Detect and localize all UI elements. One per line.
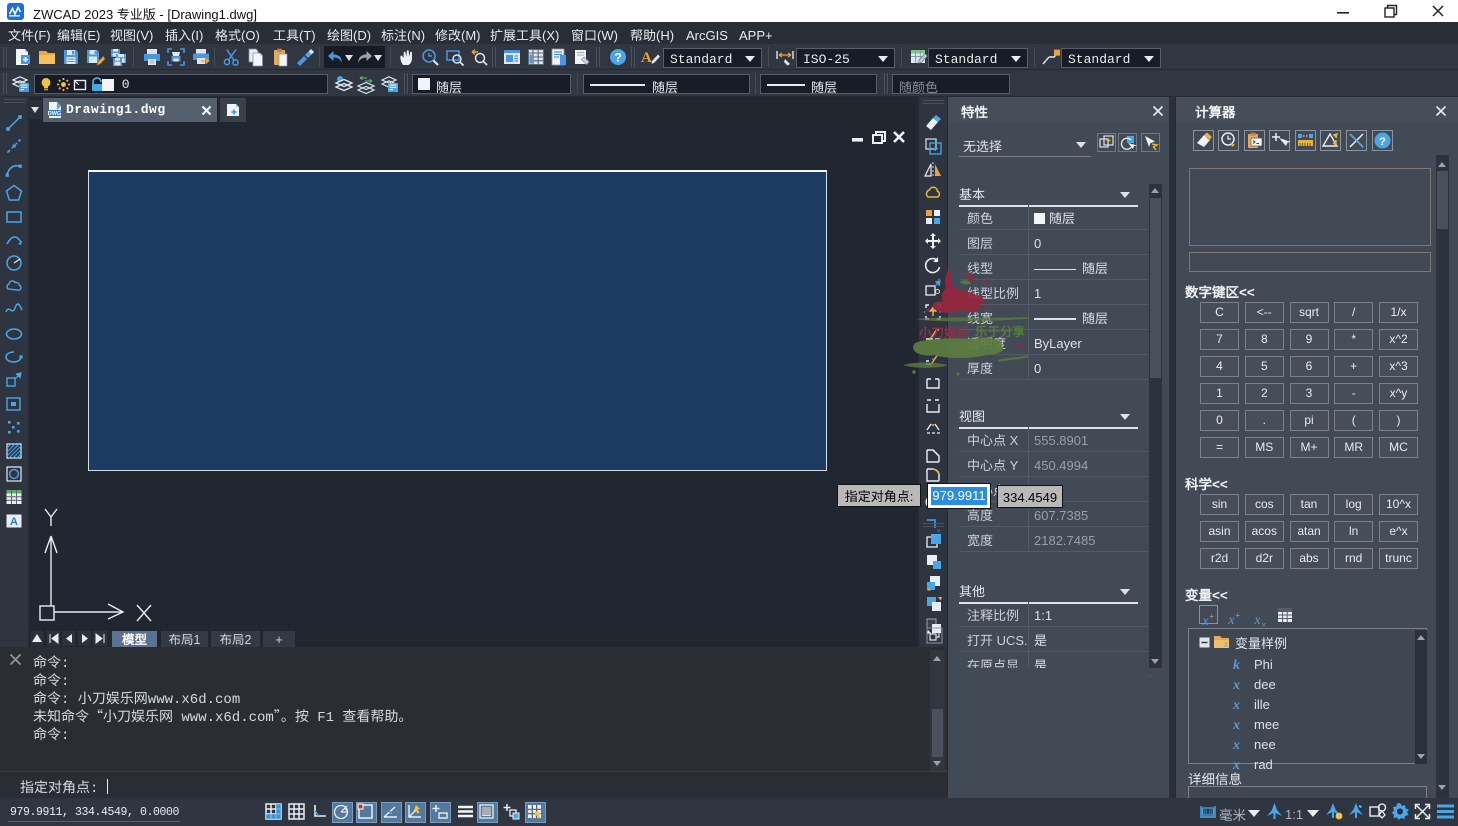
svg-text:DWG: DWG: [48, 111, 61, 117]
svg-text:x: x: [1223, 639, 1228, 649]
svg-text:?: ?: [614, 51, 621, 65]
svg-text:A: A: [10, 516, 18, 528]
svg-text:A: A: [641, 50, 652, 66]
svg-text:乐于分享: 乐于分享: [975, 321, 1026, 340]
svg-text:0.0: 0.0: [1203, 809, 1212, 816]
svg-text:小刀娱乐: 小刀娱乐: [918, 322, 970, 341]
svg-text:?: ?: [1379, 136, 1386, 148]
